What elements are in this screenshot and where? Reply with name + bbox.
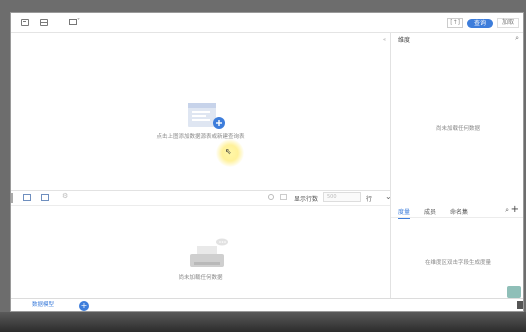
dimension-empty-text: 尚未加载任何数据 (435, 126, 480, 132)
scrollbar-thumb[interactable] (517, 301, 523, 309)
tab-data-model[interactable]: 数据模型 (15, 299, 71, 311)
screenshot-frame: ˅ [↑] 查询 加取 « 点击上图添加数据源表或新建查询表 ⇖ 维度 ⌕ 尚未… (0, 0, 526, 332)
add-icon[interactable]: + (511, 204, 519, 215)
tab-member[interactable]: 成员 (424, 207, 436, 216)
query-canvas[interactable]: « 点击上图添加数据源表或新建查询表 ⇖ (11, 33, 390, 203)
canvas-empty-text: 点击上图添加数据源表或新建查询表 (156, 134, 245, 140)
dimension-title: 维度 (398, 37, 411, 44)
app-window: ˅ [↑] 查询 加取 « 点击上图添加数据源表或新建查询表 ⇖ 维度 ⌕ 尚未… (10, 12, 524, 312)
tab-named-set[interactable]: 命名集 (450, 207, 468, 216)
empty-data-illustration-icon (190, 238, 228, 267)
measure-panel: 度量 成员 命名集 ⌕ + 在维度区双击字段生成度量 (391, 191, 523, 298)
rows-unit: 行 (366, 196, 373, 203)
query-button[interactable]: 查询 (466, 18, 493, 28)
top-toolbar: ˅ [↑] 查询 加取 (11, 13, 523, 33)
screen-bezel (0, 312, 526, 332)
monitor-icon (69, 18, 77, 25)
assistant-badge-icon[interactable] (507, 286, 521, 298)
preview-toolbar: ⚙ 显示行数 500 行 ⌄ (11, 191, 392, 206)
data-preview-panel: ⚙ 显示行数 500 行 ⌄ 尚未加载任何数据 (11, 191, 392, 298)
layout-icon[interactable] (21, 19, 29, 26)
preview-empty-text: 尚未加载任何数据 (178, 275, 223, 281)
mouse-cursor-icon: ⇖ (225, 147, 232, 156)
add-sheet-button[interactable]: + (79, 301, 89, 311)
add-table-illustration-icon (188, 103, 225, 129)
show-rows-label: 显示行数 (294, 196, 319, 203)
bracket-button[interactable]: [↑] (447, 18, 463, 28)
tab-measure[interactable]: 度量 (398, 207, 411, 219)
panel-view-icon[interactable] (41, 194, 49, 201)
gear-icon[interactable]: ⚙ (62, 192, 70, 200)
chevron-down-icon: ˅ (77, 18, 80, 25)
collapse-icon[interactable]: « (383, 37, 386, 43)
measure-tabs: 度量 成员 命名集 ⌕ + (391, 204, 523, 219)
view-dropdown[interactable]: ˅ (69, 18, 80, 25)
add-button[interactable]: 加取 (496, 18, 519, 28)
grid-view-icon[interactable] (23, 194, 31, 201)
toolbar-actions: [↑] 查询 加取 (447, 18, 519, 28)
rows-input[interactable]: 500 (323, 192, 361, 202)
refresh-icon[interactable] (268, 194, 274, 200)
measure-empty-text: 在维度区双击字段生成度量 (424, 260, 491, 266)
search-icon[interactable]: ⌕ (515, 34, 519, 43)
dimension-panel: 维度 ⌕ 尚未加载任何数据 (391, 33, 523, 190)
sheet-tab-bar: 数据模型 + (11, 298, 523, 311)
checkbox-icon[interactable] (280, 194, 287, 200)
table-icon[interactable] (40, 19, 48, 26)
search-icon[interactable]: ⌕ (505, 206, 509, 215)
